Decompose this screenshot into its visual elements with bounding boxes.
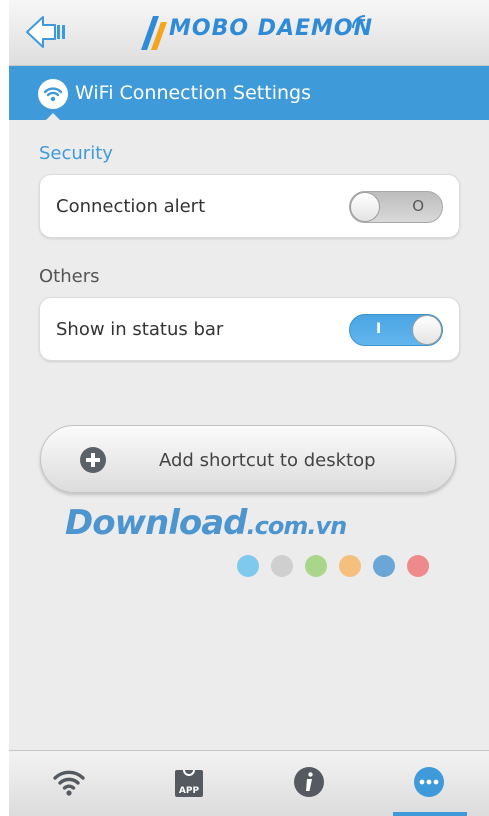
watermark-dot: [305, 555, 327, 577]
group-label-security: Security: [39, 143, 113, 164]
app-badge-text: APP: [179, 786, 200, 796]
bottom-nav: APP: [9, 750, 489, 816]
watermark-dot: [237, 555, 259, 577]
logo-text: MOBO DAEMON: [169, 16, 374, 41]
wifi-icon: [53, 770, 85, 796]
wifi-header-icon: [38, 79, 68, 109]
back-button[interactable]: [25, 14, 69, 50]
tab-info[interactable]: [249, 751, 369, 816]
watermark: Download.com.vn: [65, 503, 445, 593]
setting-label: Show in status bar: [56, 319, 224, 340]
app-logo: MOBO DAEMON: [139, 10, 372, 56]
watermark-dot: [271, 555, 293, 577]
screen: MOBO DAEMON WiFi Connection Settings Sec…: [9, 0, 489, 816]
page-title: WiFi Connection Settings: [75, 82, 311, 104]
back-arrow-icon: [26, 16, 65, 48]
watermark-dot: [373, 555, 395, 577]
plus-icon: [80, 447, 106, 473]
tab-app-store[interactable]: APP: [129, 751, 249, 816]
setting-row-connection-alert[interactable]: Connection alert O: [39, 174, 460, 238]
watermark-dot: [407, 555, 429, 577]
watermark-domain: .com.vn: [246, 512, 348, 540]
app-bar: MOBO DAEMON: [9, 0, 489, 66]
signal-arcs-icon: [352, 15, 366, 29]
toggle-knob: [412, 315, 442, 345]
info-icon: [294, 767, 324, 797]
toggle-on-glyph: I: [376, 321, 382, 337]
section-header: WiFi Connection Settings: [9, 66, 489, 120]
tab-wifi[interactable]: [9, 751, 129, 816]
add-shortcut-label: Add shortcut to desktop: [159, 450, 376, 471]
setting-row-show-in-status-bar[interactable]: Show in status bar I: [39, 297, 460, 361]
connection-alert-toggle[interactable]: O: [349, 191, 443, 223]
tab-more[interactable]: [369, 751, 489, 816]
logo-mark-icon: [141, 16, 167, 50]
active-tab-indicator: [393, 812, 467, 816]
header-notch: [46, 113, 60, 120]
watermark-dot: [339, 555, 361, 577]
group-label-others: Others: [39, 266, 100, 287]
toggle-off-glyph: O: [412, 197, 424, 215]
show-in-status-bar-toggle[interactable]: I: [349, 314, 443, 346]
watermark-main: Download: [65, 503, 247, 543]
app-store-icon: APP: [175, 769, 203, 797]
more-icon: [414, 767, 444, 797]
add-shortcut-button[interactable]: Add shortcut to desktop: [40, 425, 456, 493]
toggle-knob: [350, 192, 380, 222]
setting-label: Connection alert: [56, 196, 206, 217]
watermark-text: Download.com.vn: [65, 503, 348, 543]
